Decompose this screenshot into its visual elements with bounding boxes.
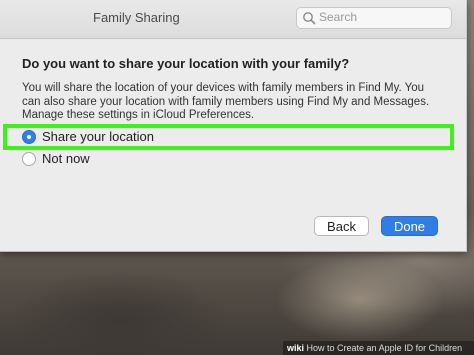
prompt-description: You will share the location of your devi…: [22, 82, 430, 121]
search-field[interactable]: Search: [296, 7, 452, 29]
title-bar: Family Sharing Search: [0, 0, 466, 39]
option-share-location-label: Share your location: [42, 129, 155, 144]
back-button[interactable]: Back: [314, 216, 369, 236]
window-title: Family Sharing: [93, 10, 180, 25]
search-placeholder: Search: [319, 10, 358, 24]
search-icon: [302, 11, 316, 25]
watermark-brand: wiki: [287, 343, 305, 353]
family-sharing-dialog: Family Sharing Search Do you want to sha…: [0, 0, 467, 252]
prompt-heading: Do you want to share your location with …: [22, 56, 350, 71]
watermark: wiki How to Create an Apple ID for Child…: [283, 341, 474, 355]
option-not-now-label: Not now: [42, 151, 90, 166]
radio-not-now[interactable]: [22, 152, 36, 166]
done-button[interactable]: Done: [381, 216, 438, 236]
radio-share-location[interactable]: [22, 130, 36, 144]
watermark-text: How to Create an Apple ID for Children: [306, 343, 463, 353]
option-share-location[interactable]: Share your location: [18, 128, 448, 148]
option-not-now[interactable]: Not now: [18, 150, 448, 170]
